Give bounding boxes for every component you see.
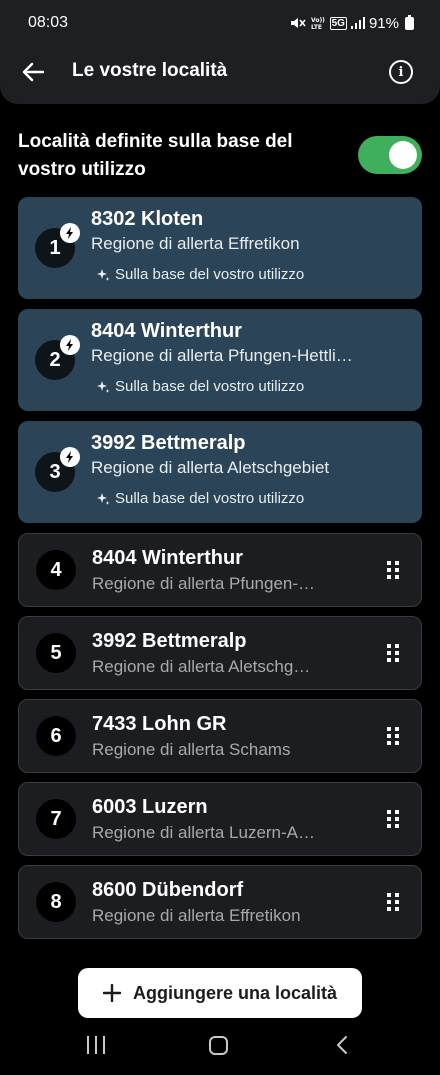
usage-note: Sulla base del vostro utilizzo	[96, 378, 304, 395]
info-button[interactable]: i	[389, 60, 413, 84]
mute-icon	[290, 18, 306, 28]
system-nav-bar	[0, 1018, 440, 1075]
usage-label: Sulla base del vostro utilizzo	[115, 378, 305, 395]
location-region: Regione di allerta Schams	[92, 740, 291, 759]
add-location-label: Aggiungere una località	[132, 982, 338, 1003]
lightning-icon	[60, 335, 80, 355]
location-name: 3992 Bettmeralp	[91, 432, 246, 454]
status-time: 08:03	[28, 14, 69, 31]
location-name: 8404 Winterthur	[91, 320, 242, 342]
info-icon: i	[398, 64, 404, 80]
location-name: 8404 Winterthur	[92, 547, 243, 569]
svg-text:LTE: LTE	[311, 24, 322, 30]
status-icons: Vo)) LTE 5G 91%	[290, 14, 414, 32]
drag-handle-icon[interactable]	[387, 893, 399, 911]
location-region: Regione di allerta Pfungen-Hettli…	[91, 346, 353, 365]
usage-note: Sulla base del vostro utilizzo	[96, 266, 304, 283]
usage-label: Sulla base del vostro utilizzo	[115, 266, 305, 283]
drag-handle-icon[interactable]	[387, 727, 399, 745]
sparkle-icon	[97, 268, 110, 281]
drag-handle-icon[interactable]	[387, 561, 399, 579]
location-name: 6003 Luzern	[92, 796, 208, 818]
toggle-knob	[389, 141, 417, 169]
location-name: 3992 Bettmeralp	[92, 630, 247, 652]
lightning-icon	[60, 447, 80, 467]
usage-label: Sulla base del vostro utilizzo	[115, 490, 305, 507]
location-card[interactable]: 8 8600 Dübendorf Regione di allerta Effr…	[18, 865, 422, 939]
location-card[interactable]: 4 8404 Winterthur Regione di allerta Pfu…	[18, 533, 422, 607]
volte-icon: Vo)) LTE	[311, 17, 325, 30]
location-number: 5	[36, 633, 76, 673]
sparkle-icon	[97, 380, 110, 393]
usage-note: Sulla base del vostro utilizzo	[96, 490, 304, 507]
location-card[interactable]: 6 7433 Lohn GR Regione di allerta Schams	[18, 699, 422, 773]
sparkle-icon	[97, 492, 110, 505]
location-region: Regione di allerta Effretikon	[92, 906, 301, 925]
add-location-button[interactable]: Aggiungere una località	[78, 968, 362, 1018]
location-card-auto[interactable]: 3 3992 Bettmeralp Regione di allerta Ale…	[18, 421, 422, 523]
battery-icon	[405, 14, 414, 30]
location-name: 7433 Lohn GR	[92, 713, 227, 735]
location-card-auto[interactable]: 2 8404 Winterthur Regione di allerta Pfu…	[18, 309, 422, 411]
location-number: 4	[36, 550, 76, 590]
auto-locations-toggle[interactable]	[358, 136, 422, 174]
location-region: Regione di allerta Luzern-A…	[92, 823, 316, 842]
network-type: 5G	[329, 16, 347, 30]
back-button[interactable]	[18, 58, 48, 86]
location-number: 8	[36, 882, 76, 922]
location-name: 8600 Dübendorf	[92, 879, 244, 901]
home-icon[interactable]	[209, 1036, 228, 1055]
app-header: 08:03 Vo)) LTE 5G 91% Le vostre località…	[0, 0, 440, 104]
top-app-bar: Le vostre località i	[0, 48, 440, 96]
lightning-icon	[60, 223, 80, 243]
location-region: Regione di allerta Pfungen-…	[92, 574, 316, 593]
location-name: 8302 Kloten	[91, 208, 204, 230]
location-number: 6	[36, 716, 76, 756]
plus-icon	[102, 984, 121, 1002]
location-card[interactable]: 5 3992 Bettmeralp Regione di allerta Ale…	[18, 616, 422, 690]
drag-handle-icon[interactable]	[387, 810, 399, 828]
page-title: Le vostre località	[72, 60, 228, 81]
drag-handle-icon[interactable]	[387, 644, 399, 662]
location-number: 7	[36, 799, 76, 839]
nav-back-icon[interactable]	[335, 1035, 349, 1055]
battery-percent: 91%	[368, 14, 399, 32]
location-region: Regione di allerta Aletschgebiet	[91, 458, 330, 477]
auto-locations-label: Località definite sulla base del vostro …	[18, 131, 293, 180]
location-card[interactable]: 7 6003 Luzern Regione di allerta Luzern-…	[18, 782, 422, 856]
location-region: Regione di allerta Aletschg…	[92, 657, 311, 676]
status-bar: 08:03 Vo)) LTE 5G 91%	[0, 0, 440, 46]
arrow-left-icon	[22, 62, 44, 82]
network-label: 5G	[329, 16, 347, 30]
auto-locations-row: Località definite sulla base del vostro …	[18, 128, 422, 186]
signal-icon	[350, 17, 365, 29]
recents-icon[interactable]	[86, 1036, 106, 1054]
location-region: Regione di allerta Effretikon	[91, 234, 300, 253]
location-card-auto[interactable]: 1 8302 Kloten Regione di allerta Effreti…	[18, 197, 422, 299]
svg-text:Vo)): Vo))	[311, 17, 325, 24]
